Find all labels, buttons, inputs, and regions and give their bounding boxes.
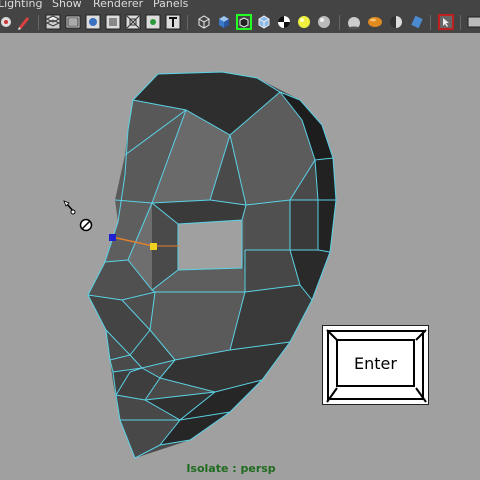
resolution-gate-icon[interactable] <box>85 14 101 30</box>
enter-key-label: Enter <box>354 353 397 373</box>
shadows-icon[interactable] <box>367 14 383 30</box>
checker-texture-icon[interactable] <box>276 14 292 30</box>
light-bulb-icon[interactable] <box>296 14 312 30</box>
xray-icon[interactable] <box>467 14 480 30</box>
smooth-shade-cube-icon[interactable] <box>216 14 232 30</box>
pencil-icon[interactable] <box>16 14 32 30</box>
isolate-select-icon[interactable] <box>438 14 454 30</box>
selection-highlight-icon[interactable] <box>236 14 252 30</box>
face-mesh[interactable] <box>0 33 480 480</box>
hud-isolate-label: Isolate : persp <box>186 462 276 475</box>
half-sphere-icon[interactable] <box>388 14 404 30</box>
safe-action-icon[interactable] <box>145 14 161 30</box>
gate-mask-icon[interactable] <box>105 14 121 30</box>
cylinder-icon[interactable] <box>409 14 425 30</box>
keypress-overlay: Enter <box>322 325 429 405</box>
menu-panels[interactable]: Panels <box>153 0 188 10</box>
viewport-toolbar <box>0 11 480 34</box>
perspective-viewport[interactable] <box>0 33 480 480</box>
viewport-menubar: Lighting Show Renderer Panels <box>0 0 480 11</box>
menu-renderer[interactable]: Renderer <box>93 0 143 10</box>
sphere-shade-icon[interactable] <box>346 14 362 30</box>
menu-show[interactable]: Show <box>52 0 82 10</box>
safe-title-icon[interactable] <box>165 14 181 30</box>
camera-icon[interactable] <box>0 14 16 30</box>
wireframe-on-shaded-icon[interactable] <box>256 14 272 30</box>
selected-vertex[interactable] <box>109 234 116 241</box>
hover-vertex[interactable] <box>150 243 157 250</box>
film-gate-icon[interactable] <box>65 14 81 30</box>
grid-icon[interactable] <box>45 14 61 30</box>
menu-lighting[interactable]: Lighting <box>0 0 42 10</box>
wireframe-cube-icon[interactable] <box>196 14 212 30</box>
tool-cursor-icon <box>63 200 93 232</box>
enter-key-face: Enter <box>336 339 415 387</box>
field-chart-icon[interactable] <box>125 14 141 30</box>
default-light-icon[interactable] <box>316 14 332 30</box>
